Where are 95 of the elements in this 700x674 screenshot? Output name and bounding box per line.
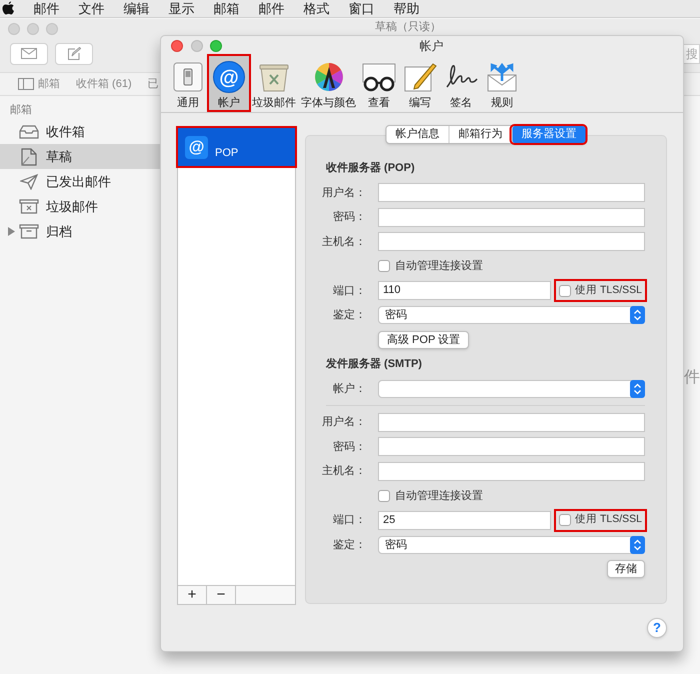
toolbar-tab[interactable]: 编写	[400, 56, 440, 110]
search-placeholder: 搜	[686, 46, 698, 60]
menu-item[interactable]: 格式	[294, 0, 339, 18]
field-label: 密码：	[332, 210, 366, 225]
window-control-button[interactable]	[46, 23, 58, 35]
field-label: 主机名：	[321, 234, 366, 250]
tls-option[interactable]: 使用 TLS/SSL	[556, 281, 645, 300]
stepper-chevrons-icon	[630, 306, 645, 324]
mailbox-item[interactable]: 归档	[0, 219, 160, 244]
popup-menu[interactable]	[378, 380, 645, 398]
empty-message-fragment: 件	[684, 368, 700, 388]
paper-pencil-icon	[403, 61, 437, 93]
port-field[interactable]: 110	[378, 281, 552, 300]
minimize-button[interactable]	[190, 40, 202, 52]
text-field[interactable]	[378, 437, 645, 456]
field-label: 用户名：	[321, 186, 366, 200]
compose-button[interactable]	[55, 42, 93, 64]
save-button[interactable]: 存储	[607, 560, 645, 578]
checkbox-label: 自动管理连接设置	[395, 258, 483, 274]
add-button[interactable]: +	[178, 586, 207, 604]
document-icon	[21, 148, 37, 166]
checkbox[interactable]	[378, 260, 390, 272]
mailbox-item[interactable]: 垃圾邮件	[0, 194, 160, 219]
text-field[interactable]	[378, 462, 645, 481]
section-heading: 发件服务器 (SMTP)	[326, 356, 422, 372]
text-field[interactable]	[378, 232, 645, 252]
close-button[interactable]	[171, 40, 183, 52]
segment-tab[interactable]: 服务器设置	[512, 126, 586, 143]
mailbox-item[interactable]: 草稿	[0, 144, 160, 169]
field-label: 帐户：	[332, 382, 366, 396]
glasses-envelope-icon	[361, 61, 397, 93]
menu-item[interactable]: 邮件	[249, 0, 294, 18]
switch-icon	[172, 61, 204, 93]
apple-icon[interactable]	[2, 1, 15, 16]
window-control-button[interactable]	[27, 23, 39, 35]
field-label: 鉴定：	[332, 538, 366, 552]
checkbox[interactable]	[559, 514, 572, 526]
field-label: 鉴定：	[332, 308, 366, 323]
at-sign-icon: @	[213, 61, 245, 93]
get-mail-button[interactable]	[10, 42, 48, 64]
at-sign-icon: @	[185, 136, 208, 158]
text-field[interactable]	[378, 183, 645, 202]
menu-item[interactable]: 窗口	[339, 0, 384, 18]
port-field[interactable]: 25	[378, 510, 552, 530]
advanced-settings-button[interactable]: 高级 POP 设置	[378, 330, 470, 349]
text-field[interactable]	[378, 208, 645, 227]
toolbar-tab[interactable]: 垃圾邮件	[250, 56, 298, 110]
text-field[interactable]	[378, 412, 645, 432]
window-control-button[interactable]	[8, 23, 20, 35]
segment-tab[interactable]: 帐户信息	[386, 126, 448, 143]
checkbox[interactable]	[378, 490, 390, 502]
toolbar-tab[interactable]: @ 帐户	[209, 56, 249, 110]
inbox-tray-icon	[19, 124, 39, 138]
field-label: 主机名：	[321, 464, 366, 479]
toolbar-tab[interactable]: 规则	[482, 56, 522, 110]
toolbar-tab[interactable]: 字体与颜色	[299, 56, 358, 110]
stepper-chevrons-icon	[630, 380, 645, 398]
mailbox-item[interactable]: 已发出邮件	[0, 169, 160, 194]
envelope-icon	[21, 48, 37, 59]
sidebar-heading: 邮箱	[9, 103, 33, 118]
help-button[interactable]: ?	[647, 618, 667, 638]
checkbox[interactable]	[559, 284, 572, 297]
field-label: 端口：	[332, 284, 366, 298]
menu-item[interactable]: 邮件	[24, 0, 69, 18]
menu-item[interactable]: 邮箱	[204, 0, 249, 18]
disclosure-triangle-icon[interactable]	[8, 227, 15, 236]
toolbar-tab[interactable]: 查看	[359, 56, 399, 110]
menu-item[interactable]: 帮助	[384, 0, 429, 18]
toolbar-tab[interactable]: 签名	[441, 56, 481, 110]
junk-bin-icon	[19, 199, 39, 214]
stepper-chevrons-icon	[630, 536, 645, 554]
window-title: 草稿（只读）	[375, 21, 441, 33]
menu-item[interactable]: 文件	[69, 0, 114, 18]
color-wheel-icon	[312, 61, 344, 93]
toolbar-tab[interactable]: 通用	[168, 56, 208, 110]
compose-icon	[67, 46, 81, 60]
checkbox-label: 自动管理连接设置	[395, 488, 483, 504]
field-label: 端口：	[332, 513, 366, 528]
zoom-button[interactable]	[210, 40, 222, 52]
mailbox-item[interactable]: 收件箱	[0, 119, 160, 144]
paper-plane-icon	[20, 174, 38, 190]
remove-button[interactable]: −	[207, 586, 236, 604]
archive-box-icon	[19, 224, 39, 239]
tls-option[interactable]: 使用 TLS/SSL	[556, 510, 645, 530]
field-label: 用户名：	[321, 414, 366, 430]
popup-menu[interactable]: 密码	[378, 536, 645, 554]
sidebar-icon	[18, 78, 34, 90]
envelope-arrows-icon	[485, 61, 519, 93]
menu-item[interactable]: 编辑	[114, 0, 159, 18]
dialog-title: 帐户	[420, 39, 444, 53]
field-label: 密码：	[332, 440, 366, 454]
menu-item[interactable]: 显示	[159, 0, 204, 18]
account-item[interactable]: @ POP	[178, 128, 295, 166]
popup-menu[interactable]: 密码	[378, 306, 645, 324]
section-heading: 收件服务器 (POP)	[326, 160, 415, 176]
